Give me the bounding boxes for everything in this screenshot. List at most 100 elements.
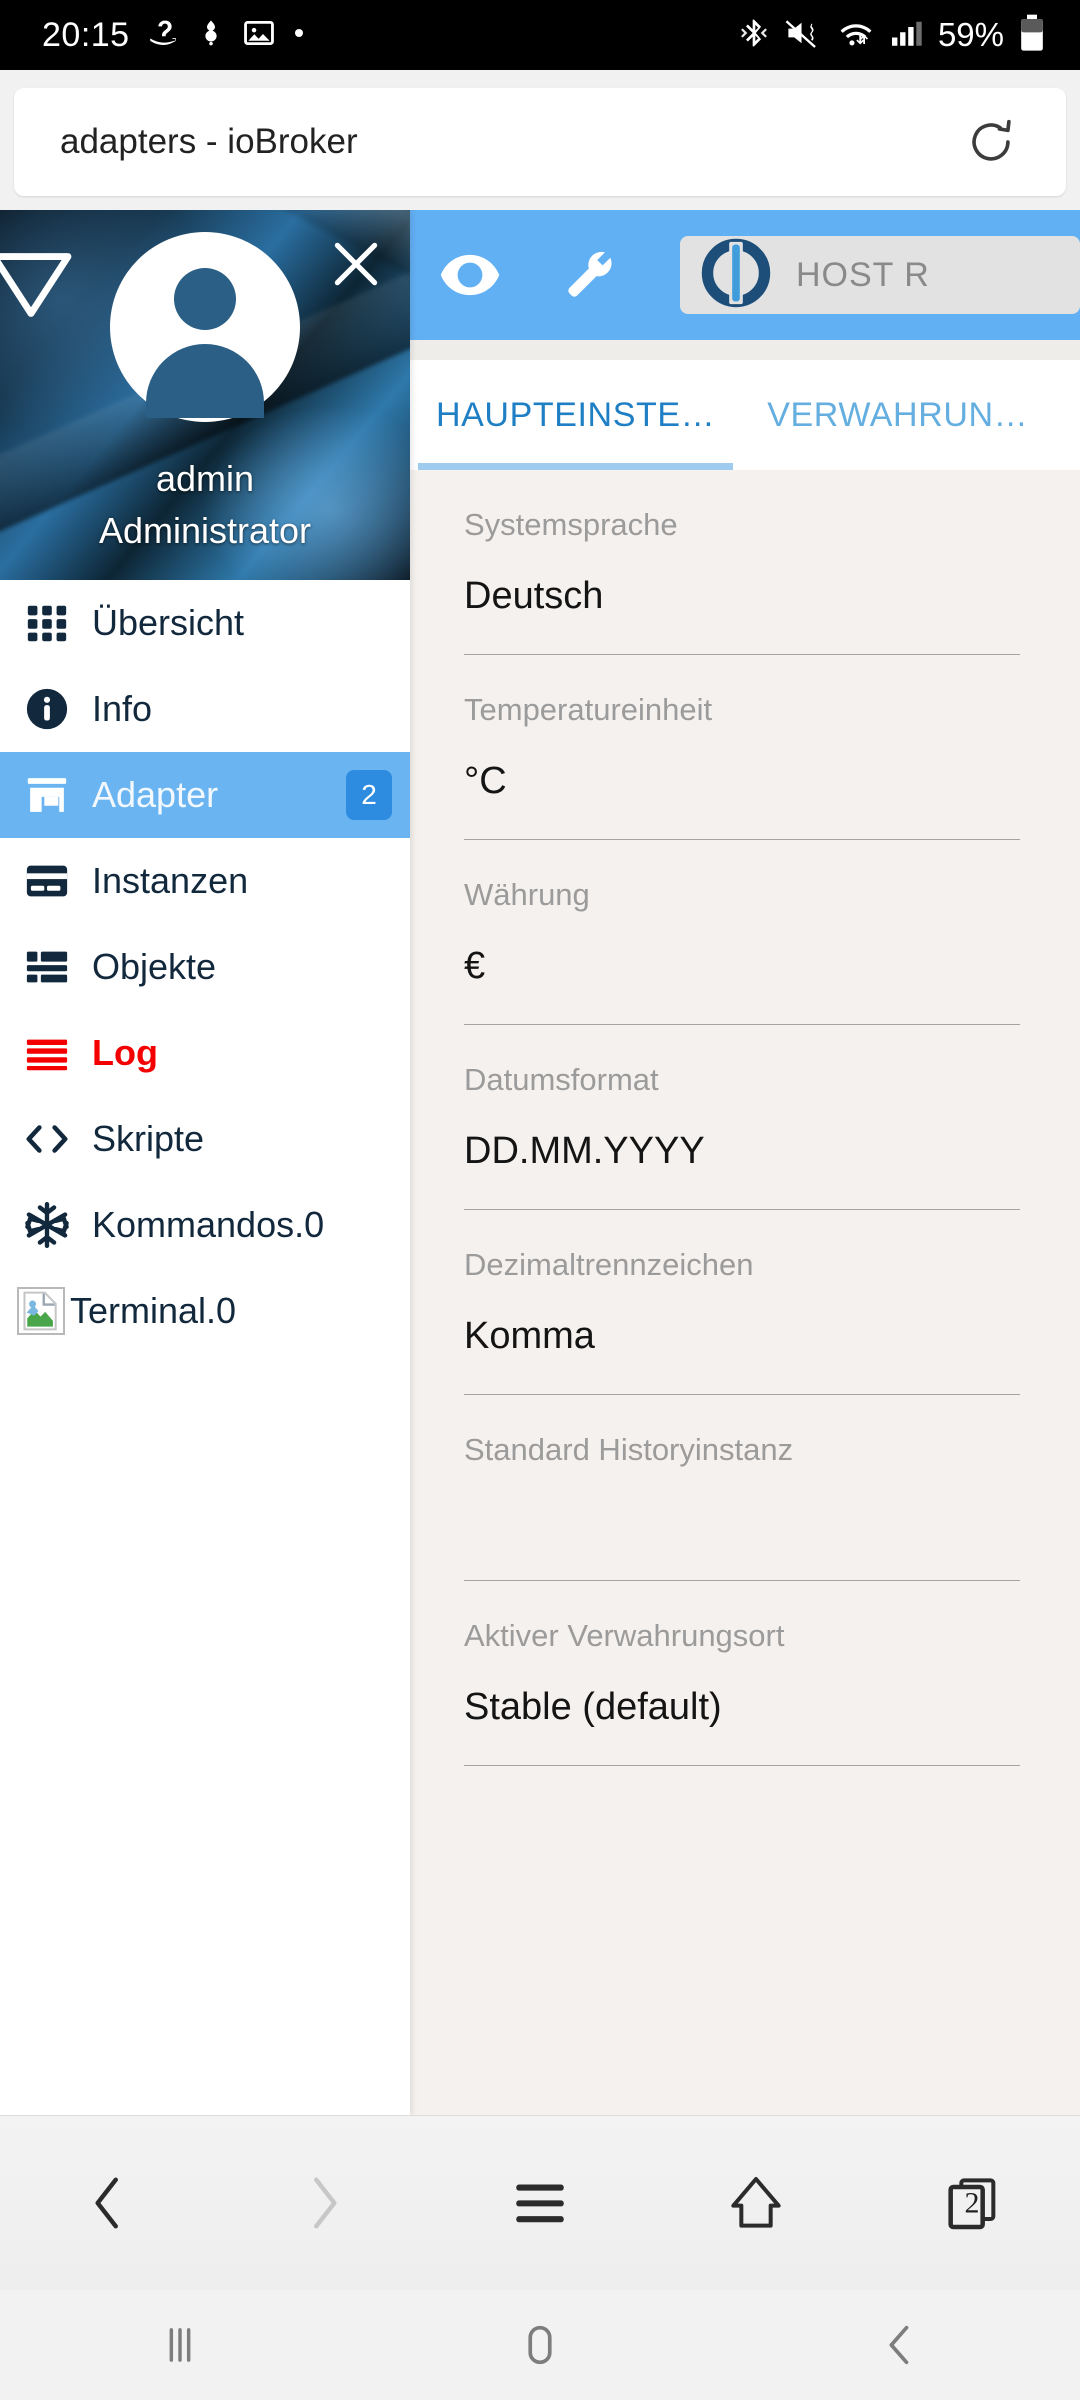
avatar-head (174, 268, 236, 330)
browser-tabs-count: 2 (964, 2186, 980, 2220)
store-icon (10, 772, 84, 818)
status-bar-clock: 20:15 (42, 15, 130, 54)
avatar-body (146, 344, 264, 418)
field-value: °C (464, 760, 507, 803)
amazon-alexa-icon (146, 16, 180, 55)
app-bar-actions: HOST R (410, 210, 1080, 340)
sidebar-item-log[interactable]: Log (0, 1010, 410, 1096)
field-waehrung[interactable]: Währung € (410, 840, 1080, 1026)
adapter-update-badge: 2 (346, 770, 392, 820)
drawer-user-name: admin (155, 458, 255, 499)
tab-verwahrungsorte[interactable]: VERWAHRUN… (741, 360, 1054, 470)
sidebar-item-label: Übersicht (92, 602, 245, 643)
settings-form: Systemsprache Deutsch Temperatureinheit … (410, 470, 1080, 2115)
sidebar-item-label: Objekte (92, 946, 217, 987)
tabs-bar: HAUPTEINSTE… VERWAHRUN… (410, 360, 1080, 470)
field-value: Komma (464, 1315, 595, 1358)
home-circle-icon[interactable] (360, 2290, 720, 2400)
field-label: Standard Historyinstanz (464, 1432, 794, 1468)
tab-label: HAUPTEINSTE… (436, 395, 716, 434)
host-selector-chip[interactable]: HOST R (680, 236, 1080, 314)
sidebar-item-objekte[interactable]: Objekte (0, 924, 410, 1010)
tab-haupteinstellungen[interactable]: HAUPTEINSTE… (410, 360, 741, 470)
sidebar-item-label: Adapter (92, 774, 219, 815)
eye-icon[interactable] (410, 210, 530, 340)
android-status-bar: 20:15 59% (0, 0, 1080, 70)
info-circle-icon (10, 686, 84, 732)
status-bar-right: 59% (738, 13, 1046, 58)
sidebar-item-label: Kommandos.0 (92, 1204, 325, 1245)
field-underline (464, 1764, 1020, 1766)
browser-forward-button[interactable] (216, 2116, 432, 2291)
field-standard-historyinstanz[interactable]: Standard Historyinstanz (410, 1395, 1080, 1581)
field-label: Temperatureinheit (464, 692, 713, 728)
sidebar-item-terminal[interactable]: Terminal.0 (0, 1268, 410, 1354)
iobroker-logo-icon (698, 235, 774, 316)
field-label: Systemsprache (464, 507, 678, 542)
reload-icon[interactable] (962, 113, 1020, 171)
dot-icon (292, 26, 306, 45)
field-label: Aktiver Verwahrungsort (464, 1617, 785, 1653)
close-icon[interactable] (328, 236, 384, 292)
host-chip-label: HOST R (796, 255, 930, 294)
field-aktiver-verwahrungsort[interactable]: Aktiver Verwahrungsort Stable (default) (410, 1581, 1080, 1766)
sidebar-item-label: Log (92, 1032, 158, 1073)
field-datumsformat[interactable]: Datumsformat DD.MM.YYYY (410, 1025, 1080, 1211)
recents-icon[interactable] (0, 2290, 360, 2400)
mute-vibrate-icon (784, 15, 822, 56)
sidebar-item-label: Info (92, 688, 153, 729)
back-chevron-icon[interactable] (720, 2290, 1080, 2400)
sidebar-item-label: Instanzen (92, 860, 249, 901)
snowflake-icon (10, 1200, 84, 1250)
code-brackets-icon (10, 1116, 84, 1162)
battery-icon (1018, 13, 1046, 58)
main-content: HAUPTEINSTE… VERWAHRUN… Systemsprache De… (410, 340, 1080, 2115)
field-label: Dezimaltrennzeichen (464, 1247, 754, 1283)
browser-url-bar[interactable]: adapters - ioBroker (14, 88, 1066, 196)
web-page-viewport: HOST R HAUPTEINSTE… VERWAHRUN… Systemspr… (0, 210, 1080, 2115)
url-text[interactable]: adapters - ioBroker (60, 122, 358, 162)
sonos-icon (196, 16, 226, 55)
sidebar-item-info[interactable]: Info (0, 666, 410, 752)
field-value: Deutsch (464, 575, 604, 618)
field-label: Währung (464, 877, 590, 913)
field-value: Stable (default) (464, 1685, 722, 1728)
browser-back-button[interactable] (0, 2116, 216, 2291)
browser-home-button[interactable] (648, 2116, 864, 2291)
browser-url-bar-container: adapters - ioBroker (0, 70, 1080, 210)
field-temperatureinheit[interactable]: Temperatureinheit °C (410, 655, 1080, 841)
credit-card-icon (10, 858, 84, 904)
android-nav-bar (0, 2290, 1080, 2400)
status-bar-left: 20:15 (42, 16, 306, 55)
sidebar-item-adapter[interactable]: Adapter 2 (0, 752, 410, 838)
field-value: € (464, 945, 486, 988)
browser-tabs-button[interactable]: 2 (864, 2116, 1080, 2291)
battery-percentage: 59% (937, 16, 1004, 53)
photo-icon (242, 16, 276, 55)
field-label: Datumsformat (464, 1062, 659, 1098)
tab-list: HAUPTEINSTE… VERWAHRUN… (410, 360, 1080, 470)
sidebar-item-instanzen[interactable]: Instanzen (0, 838, 410, 924)
sidebar-item-label: Skripte (92, 1118, 205, 1159)
field-value (464, 1502, 1020, 1546)
browser-bottom-toolbar: 2 (0, 2115, 1080, 2290)
wifi-icon (836, 15, 876, 56)
drawer-header: admin Administrator (0, 210, 410, 580)
apps-grid-icon (10, 600, 84, 646)
sidebar-item-label: Terminal.0 (70, 1290, 237, 1331)
drawer-menu: Übersicht Info Adapter 2 Instanzen Objek… (0, 580, 410, 1354)
drawer-user-role: Administrator (98, 510, 312, 551)
tab-label: VERWAHRUN… (767, 395, 1029, 434)
user-avatar-icon[interactable] (110, 232, 300, 422)
wrench-icon[interactable] (530, 210, 650, 340)
sidebar-item-kommandos[interactable]: Kommandos.0 (0, 1182, 410, 1268)
sidebar-item-uebersicht[interactable]: Übersicht (0, 580, 410, 666)
list-table-icon (10, 944, 84, 990)
sidebar-item-skripte[interactable]: Skripte (0, 1096, 410, 1182)
field-dezimaltrennzeichen[interactable]: Dezimaltrennzeichen Komma (410, 1210, 1080, 1396)
browser-menu-button[interactable] (432, 2116, 648, 2291)
field-systemsprache[interactable]: Systemsprache Deutsch (410, 470, 1080, 656)
signal-icon (890, 15, 924, 56)
broken-image-icon (12, 1287, 70, 1335)
navigation-drawer: admin Administrator Übersicht Info Adapt… (0, 210, 410, 2115)
